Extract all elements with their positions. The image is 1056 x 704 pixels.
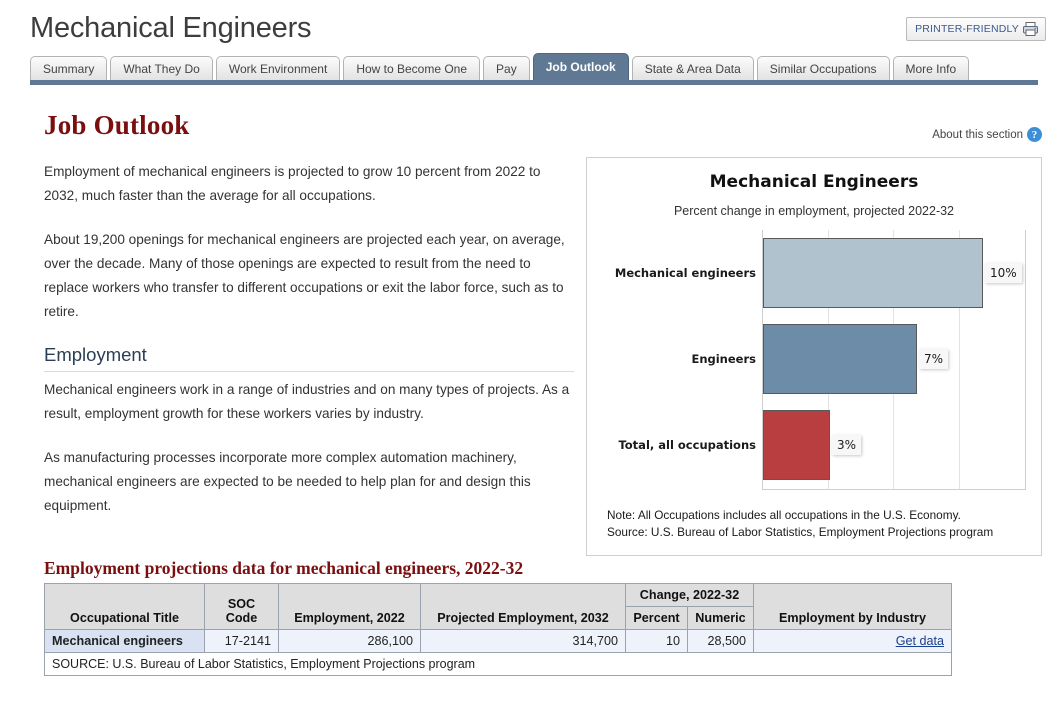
col-employment-by-industry: Employment by Industry	[753, 583, 952, 630]
employment-subheading: Employment	[44, 344, 574, 372]
table-head: Occupational Title SOC Code Employment, …	[44, 583, 952, 630]
chart-bar-value: 3%	[832, 435, 862, 455]
table-source: SOURCE: U.S. Bureau of Labor Statistics,…	[44, 652, 952, 676]
article-body: Employment of mechanical engineers is pr…	[44, 160, 574, 538]
tab-summary[interactable]: Summary	[30, 56, 108, 80]
cell-change-numeric: 28,500	[687, 629, 754, 653]
paragraph-1: Employment of mechanical engineers is pr…	[44, 164, 541, 203]
tab-how-to-become-one[interactable]: How to Become One	[343, 56, 481, 80]
cell-employment-by-industry[interactable]: Get data	[753, 629, 952, 653]
chart-bar-mechanical-engineers	[763, 238, 983, 308]
paragraph-4: As manufacturing processes incorporate m…	[44, 450, 531, 513]
chart-bar-total-all-occupations	[763, 410, 830, 480]
cell-employment-2022: 286,100	[278, 629, 421, 653]
chart-category-label: Mechanical engineers	[614, 266, 756, 280]
cell-projected-employment-2032: 314,700	[420, 629, 626, 653]
section-heading: Job Outlook	[44, 110, 190, 140]
about-this-section-label: About this section	[932, 128, 1023, 141]
chart-bar-engineers	[763, 324, 917, 394]
tab-more-info[interactable]: More Info	[892, 56, 970, 80]
chart-category-label: Total, all occupations	[618, 438, 756, 452]
page-title: Mechanical Engineers	[30, 12, 312, 44]
cell-soc-code: 17-2141	[204, 629, 279, 653]
chart-bar-value: 7%	[919, 349, 949, 369]
chart-note: Note: All Occupations includes all occup…	[607, 508, 961, 522]
table-body: Mechanical engineers 17-2141 286,100 314…	[44, 629, 952, 676]
tab-similar-occupations[interactable]: Similar Occupations	[756, 56, 890, 80]
cell-change-percent: 10	[625, 629, 688, 653]
about-this-section-link[interactable]: About this section ?	[932, 127, 1042, 142]
tab-pay[interactable]: Pay	[483, 56, 530, 80]
col-soc-code: SOC Code	[204, 583, 279, 630]
printer-friendly-label: PRINTER-FRIENDLY	[915, 23, 1019, 35]
chart-plot-area: 10% 7% 3%	[762, 230, 1026, 490]
tab-bar: Summary What They Do Work Environment Ho…	[30, 53, 1038, 85]
question-mark-icon[interactable]: ?	[1027, 127, 1042, 142]
col-change-percent: Percent	[625, 606, 688, 630]
printer-friendly-button[interactable]: PRINTER-FRIENDLY	[906, 17, 1046, 41]
chart-source: Source: U.S. Bureau of Labor Statistics,…	[607, 525, 994, 539]
col-occupational-title: Occupational Title	[44, 583, 205, 630]
tab-job-outlook[interactable]: Job Outlook	[532, 53, 629, 80]
chart-category-label: Engineers	[691, 352, 756, 366]
chart-footnote: Note: All Occupations includes all occup…	[607, 507, 993, 541]
table-source-row: SOURCE: U.S. Bureau of Labor Statistics,…	[44, 652, 952, 676]
col-projected-employment-2032: Projected Employment, 2032	[420, 583, 626, 630]
printer-icon	[1022, 21, 1039, 37]
table-header-group-row: Occupational Title SOC Code Employment, …	[44, 583, 952, 630]
chart-subtitle: Percent change in employment, projected …	[673, 204, 955, 218]
chart-category-labels: Mechanical engineers Engineers Total, al…	[587, 230, 762, 490]
page-root: Mechanical Engineers PRINTER-FRIENDLY Su…	[0, 0, 1056, 704]
tab-state-area-data[interactable]: State & Area Data	[631, 56, 754, 80]
paragraph-3: Mechanical engineers work in a range of …	[44, 382, 570, 421]
job-outlook-chart: Mechanical Engineers Percent change in e…	[586, 157, 1042, 556]
paragraph-2: About 19,200 openings for mechanical eng…	[44, 232, 565, 319]
get-data-link[interactable]: Get data	[896, 634, 944, 648]
chart-bar-value: 10%	[985, 263, 1022, 283]
cell-occupational-title: Mechanical engineers	[44, 629, 205, 653]
employment-projections-table: Occupational Title SOC Code Employment, …	[44, 583, 952, 676]
chart-title: Mechanical Engineers	[709, 172, 919, 192]
col-change-numeric: Numeric	[687, 606, 754, 630]
col-employment-2022: Employment, 2022	[278, 583, 421, 630]
col-change-group: Change, 2022-32	[625, 583, 754, 607]
table-title: Employment projections data for mechanic…	[44, 558, 524, 578]
tab-work-environment[interactable]: Work Environment	[215, 56, 341, 80]
table-row: Mechanical engineers 17-2141 286,100 314…	[44, 629, 952, 653]
chart-plot-wrapper: Mechanical engineers Engineers Total, al…	[587, 230, 1043, 490]
tab-what-they-do[interactable]: What They Do	[110, 56, 213, 80]
